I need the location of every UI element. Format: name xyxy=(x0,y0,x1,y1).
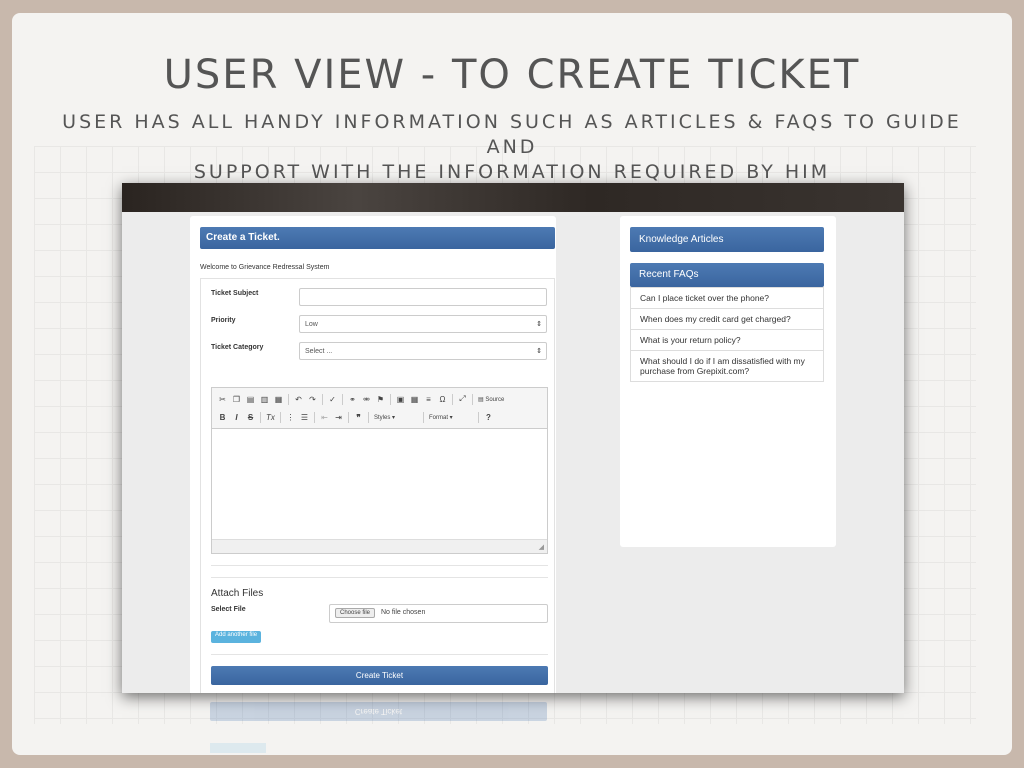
toolbar-divider xyxy=(348,411,349,423)
toolbar-row-2: B I S Tx ⋮ ☰ ⇤ ⇥ ❞ Styles ▾ Format ▾ ? xyxy=(218,410,493,424)
anchor-flag-icon[interactable]: ⚑ xyxy=(376,395,385,404)
paste-word-icon[interactable]: ▦ xyxy=(274,395,283,404)
styles-dropdown[interactable]: Styles ▾ xyxy=(374,414,418,421)
toolbar-row-1: ✂ ❐ ▤ ▥ ▦ ↶ ↷ ✓ ⚭ ⚮ ⚑ ▣ ▦ ≡ Ω ⤢ ▤ Source xyxy=(218,392,504,406)
attach-files-title: Attach Files xyxy=(211,588,264,599)
toolbar-divider xyxy=(390,393,391,405)
editor-content-area[interactable] xyxy=(212,429,547,539)
faq-list: Can I place ticket over the phone? When … xyxy=(630,287,824,382)
help-icon[interactable]: ? xyxy=(484,413,493,422)
outdent-icon[interactable]: ⇤ xyxy=(320,413,329,422)
rich-text-editor: ✂ ❐ ▤ ▥ ▦ ↶ ↷ ✓ ⚭ ⚮ ⚑ ▣ ▦ ≡ Ω ⤢ ▤ Source… xyxy=(211,387,548,554)
special-char-icon[interactable]: Ω xyxy=(438,395,447,404)
category-label: Ticket Category xyxy=(211,344,264,351)
choose-file-button[interactable]: Choose file xyxy=(335,608,376,618)
redo-icon[interactable]: ↷ xyxy=(308,395,317,404)
welcome-text: Welcome to Grievance Redressal System xyxy=(200,264,330,271)
cut-icon[interactable]: ✂ xyxy=(218,395,227,404)
no-file-text: No file chosen xyxy=(380,609,426,616)
toolbar-divider xyxy=(288,393,289,405)
ticket-form: Ticket Subject Priority Low ⇕ Ticket Cat… xyxy=(200,278,555,693)
create-ticket-button[interactable]: Create Ticket xyxy=(211,666,548,685)
toolbar-divider xyxy=(472,393,473,405)
strike-icon[interactable]: S xyxy=(246,413,255,422)
image-icon[interactable]: ▣ xyxy=(396,395,405,404)
paste-icon[interactable]: ▤ xyxy=(246,395,255,404)
create-ticket-header: Create a Ticket. xyxy=(200,227,555,249)
toolbar-divider xyxy=(478,411,479,423)
italic-icon[interactable]: I xyxy=(232,413,241,422)
editor-toolbar: ✂ ❐ ▤ ▥ ▦ ↶ ↷ ✓ ⚭ ⚮ ⚑ ▣ ▦ ≡ Ω ⤢ ▤ Source… xyxy=(212,388,547,429)
divider xyxy=(211,577,548,578)
source-label: Source xyxy=(485,396,505,403)
subject-label: Ticket Subject xyxy=(211,290,259,297)
create-ticket-panel: Create a Ticket. Welcome to Grievance Re… xyxy=(190,216,556,693)
copy-icon[interactable]: ❐ xyxy=(232,395,241,404)
toolbar-divider xyxy=(314,411,315,423)
subject-input[interactable] xyxy=(299,288,547,306)
horizontal-line-icon[interactable]: ≡ xyxy=(424,395,433,404)
styles-label: Styles xyxy=(374,414,391,421)
select-arrows-icon: ⇕ xyxy=(536,348,542,355)
slide-title: USER VIEW - TO CREATE TICKET xyxy=(163,52,861,98)
format-dropdown[interactable]: Format ▾ xyxy=(429,414,473,421)
faq-item[interactable]: Can I place ticket over the phone? xyxy=(631,287,823,308)
remove-format-icon[interactable]: Tx xyxy=(266,413,275,422)
category-value: Select ... xyxy=(305,348,333,355)
paste-text-icon[interactable]: ▥ xyxy=(260,395,269,404)
resize-handle-icon[interactable]: ◢ xyxy=(539,543,544,551)
add-another-file-button[interactable]: Add another file xyxy=(211,631,262,643)
toolbar-divider xyxy=(342,393,343,405)
format-label: Format xyxy=(429,414,449,421)
priority-select[interactable]: Low ⇕ xyxy=(299,315,547,333)
toolbar-divider xyxy=(423,411,424,423)
bold-icon[interactable]: B xyxy=(218,413,227,422)
numbered-list-icon[interactable]: ⋮ xyxy=(286,413,295,422)
create-button-reflection: Create Ticket xyxy=(210,702,547,721)
select-file-label: Select File xyxy=(211,606,246,613)
source-button[interactable]: ▤ Source xyxy=(478,396,504,403)
add-file-reflection xyxy=(210,743,266,753)
editor-footer: ◢ xyxy=(212,539,547,553)
divider xyxy=(211,654,548,655)
indent-icon[interactable]: ⇥ xyxy=(334,413,343,422)
toolbar-divider xyxy=(280,411,281,423)
priority-value: Low xyxy=(305,321,318,328)
sidebar-panel: Knowledge Articles Recent FAQs Can I pla… xyxy=(620,216,836,547)
app-screenshot: Create a Ticket. Welcome to Grievance Re… xyxy=(122,183,904,693)
bullet-list-icon[interactable]: ☰ xyxy=(300,413,309,422)
undo-icon[interactable]: ↶ xyxy=(294,395,303,404)
knowledge-articles-link[interactable]: Knowledge Articles xyxy=(630,227,824,252)
recent-faqs-header: Recent FAQs xyxy=(630,263,824,287)
category-select[interactable]: Select ... ⇕ xyxy=(299,342,547,360)
file-input[interactable]: Choose file No file chosen xyxy=(329,604,548,623)
faq-item[interactable]: What is your return policy? xyxy=(631,329,823,350)
divider xyxy=(211,565,548,566)
header-banner xyxy=(122,183,904,212)
toolbar-divider xyxy=(368,411,369,423)
slide-subtitle: USER HAS ALL HANDY INFORMATION SUCH AS A… xyxy=(60,110,964,185)
unlink-icon[interactable]: ⚮ xyxy=(362,395,371,404)
table-icon[interactable]: ▦ xyxy=(410,395,419,404)
subtitle-line-1: USER HAS ALL HANDY INFORMATION SUCH AS A… xyxy=(62,111,962,158)
spellcheck-icon[interactable]: ✓ xyxy=(328,395,337,404)
blockquote-icon[interactable]: ❞ xyxy=(354,413,363,422)
toolbar-divider xyxy=(322,393,323,405)
subtitle-line-2: SUPPORT WITH THE INFORMATION REQUIRED BY… xyxy=(193,161,831,183)
toolbar-divider xyxy=(452,393,453,405)
faq-item[interactable]: What should I do if I am dissatisfied wi… xyxy=(631,350,823,381)
select-arrows-icon: ⇕ xyxy=(536,321,542,328)
toolbar-divider xyxy=(260,411,261,423)
link-icon[interactable]: ⚭ xyxy=(348,395,357,404)
priority-label: Priority xyxy=(211,317,236,324)
maximize-icon[interactable]: ⤢ xyxy=(458,394,467,404)
faq-item[interactable]: When does my credit card get charged? xyxy=(631,308,823,329)
